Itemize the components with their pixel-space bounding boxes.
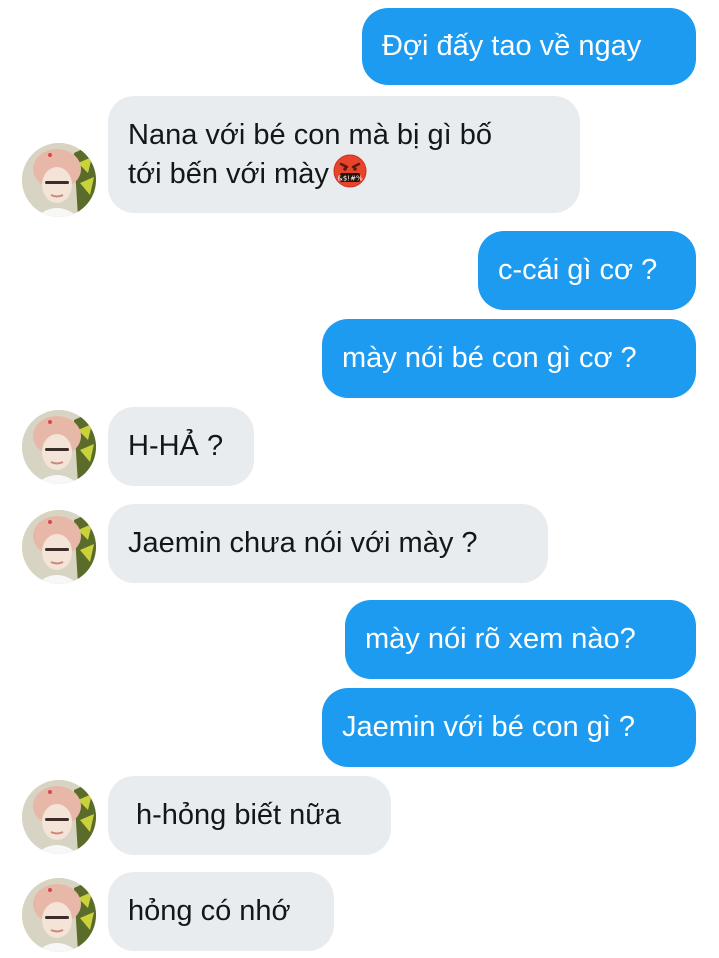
profile-photo	[22, 510, 96, 584]
incoming-message[interactable]: H-HẢ ?	[108, 407, 254, 486]
incoming-message[interactable]: Jaemin chưa nói với mày ?	[108, 504, 548, 583]
outgoing-message[interactable]: mày nói rõ xem nào?	[345, 600, 696, 679]
outgoing-message[interactable]: Đợi đấy tao về ngay	[362, 8, 696, 85]
incoming-message[interactable]: h-hỏng biết nữa	[108, 776, 391, 855]
avatar[interactable]	[22, 410, 96, 484]
message-text: Đợi đấy tao về ngay	[382, 30, 642, 62]
avatar[interactable]	[22, 780, 96, 854]
incoming-message[interactable]: Nana với bé con mà bị gì bố tới bến với …	[108, 96, 580, 213]
avatar[interactable]	[22, 878, 96, 952]
message-text-line2: tới bến với mày &$!#%	[128, 154, 580, 193]
outgoing-message[interactable]: c-cái gì cơ ?	[478, 231, 696, 310]
outgoing-message[interactable]: mày nói bé con gì cơ ?	[322, 319, 696, 398]
profile-photo	[22, 780, 96, 854]
message-text-line1: Nana với bé con mà bị gì bố	[128, 119, 493, 151]
avatar[interactable]	[22, 510, 96, 584]
message-text: mày nói bé con gì cơ ?	[342, 342, 637, 374]
message-text: mày nói rõ xem nào?	[365, 623, 636, 655]
message-text: Jaemin chưa nói với mày ?	[128, 527, 478, 559]
message-text: Jaemin với bé con gì ?	[342, 711, 636, 743]
avatar[interactable]	[22, 143, 96, 217]
message-text: h-hỏng biết nữa	[136, 799, 341, 831]
incoming-message[interactable]: hỏng có nhớ	[108, 872, 334, 951]
message-text: c-cái gì cơ ?	[498, 254, 658, 286]
svg-text:&$!#%: &$!#%	[337, 175, 363, 183]
profile-photo	[22, 143, 96, 217]
angry-swearing-face-icon: &$!#%	[333, 154, 367, 188]
outgoing-message[interactable]: Jaemin với bé con gì ?	[322, 688, 696, 767]
message-text: H-HẢ ?	[128, 430, 224, 462]
profile-photo	[22, 878, 96, 952]
profile-photo	[22, 410, 96, 484]
message-text: hỏng có nhớ	[128, 895, 291, 927]
